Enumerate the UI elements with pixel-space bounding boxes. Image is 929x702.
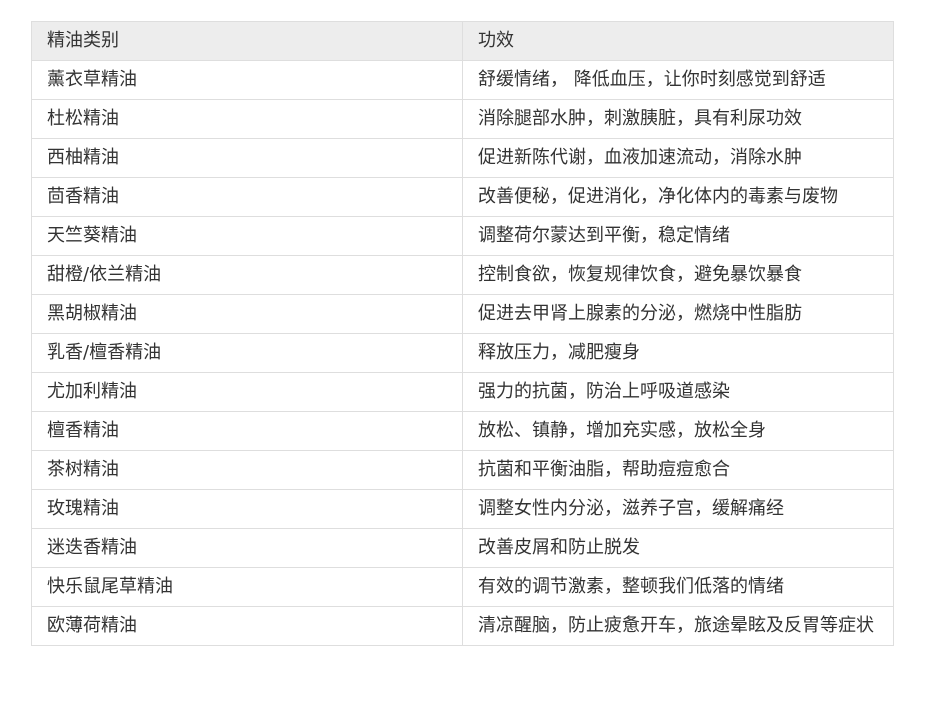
oil-name-cell: 尤加利精油 xyxy=(31,372,463,412)
oil-name-cell: 檀香精油 xyxy=(31,411,463,451)
oil-effect-cell: 调整荷尔蒙达到平衡，稳定情绪 xyxy=(462,216,894,256)
oil-name-cell: 茶树精油 xyxy=(31,450,463,490)
oil-name-cell: 茴香精油 xyxy=(31,177,463,217)
oil-effect-cell: 促进新陈代谢，血液加速流动，消除水肿 xyxy=(462,138,894,178)
oil-name-cell: 天竺葵精油 xyxy=(31,216,463,256)
essential-oil-table: 精油类别 功效 薰衣草精油 舒缓情绪， 降低血压，让你时刻感觉到舒适 杜松精油 … xyxy=(31,21,894,646)
table-row: 快乐鼠尾草精油 有效的调节激素，整顿我们低落的情绪 xyxy=(31,567,894,607)
header-oil-type: 精油类别 xyxy=(31,21,463,61)
oil-effect-cell: 改善皮屑和防止脱发 xyxy=(462,528,894,568)
table-row: 天竺葵精油 调整荷尔蒙达到平衡，稳定情绪 xyxy=(31,216,894,256)
table-row: 茶树精油 抗菌和平衡油脂，帮助痘痘愈合 xyxy=(31,450,894,490)
oil-effect-cell: 促进去甲肾上腺素的分泌，燃烧中性脂肪 xyxy=(462,294,894,334)
oil-name-cell: 甜橙/依兰精油 xyxy=(31,255,463,295)
table-row: 甜橙/依兰精油 控制食欲，恢复规律饮食，避免暴饮暴食 xyxy=(31,255,894,295)
oil-effect-cell: 控制食欲，恢复规律饮食，避免暴饮暴食 xyxy=(462,255,894,295)
oil-name-cell: 快乐鼠尾草精油 xyxy=(31,567,463,607)
oil-name-cell: 迷迭香精油 xyxy=(31,528,463,568)
table-row: 檀香精油 放松、镇静，增加充实感，放松全身 xyxy=(31,411,894,451)
table-row: 尤加利精油 强力的抗菌，防治上呼吸道感染 xyxy=(31,372,894,412)
table-row: 黑胡椒精油 促进去甲肾上腺素的分泌，燃烧中性脂肪 xyxy=(31,294,894,334)
table-row: 乳香/檀香精油 释放压力，减肥瘦身 xyxy=(31,333,894,373)
oil-name-cell: 黑胡椒精油 xyxy=(31,294,463,334)
oil-name-cell: 欧薄荷精油 xyxy=(31,606,463,646)
oil-effect-cell: 舒缓情绪， 降低血压，让你时刻感觉到舒适 xyxy=(462,60,894,100)
table-row: 欧薄荷精油 清凉醒脑，防止疲惫开车，旅途晕眩及反胃等症状 xyxy=(31,606,894,646)
table-row: 茴香精油 改善便秘，促进消化，净化体内的毒素与废物 xyxy=(31,177,894,217)
oil-effect-cell: 改善便秘，促进消化，净化体内的毒素与废物 xyxy=(462,177,894,217)
table-row: 西柚精油 促进新陈代谢，血液加速流动，消除水肿 xyxy=(31,138,894,178)
table-row: 薰衣草精油 舒缓情绪， 降低血压，让你时刻感觉到舒适 xyxy=(31,60,894,100)
header-effect: 功效 xyxy=(462,21,894,61)
essential-oil-table-container: 精油类别 功效 薰衣草精油 舒缓情绪， 降低血压，让你时刻感觉到舒适 杜松精油 … xyxy=(31,21,894,646)
oil-effect-cell: 放松、镇静，增加充实感，放松全身 xyxy=(462,411,894,451)
oil-effect-cell: 强力的抗菌，防治上呼吸道感染 xyxy=(462,372,894,412)
oil-name-cell: 杜松精油 xyxy=(31,99,463,139)
oil-effect-cell: 清凉醒脑，防止疲惫开车，旅途晕眩及反胃等症状 xyxy=(462,606,894,646)
oil-effect-cell: 调整女性内分泌，滋养子宫，缓解痛经 xyxy=(462,489,894,529)
oil-name-cell: 西柚精油 xyxy=(31,138,463,178)
oil-effect-cell: 抗菌和平衡油脂，帮助痘痘愈合 xyxy=(462,450,894,490)
table-header-row: 精油类别 功效 xyxy=(31,21,894,61)
oil-effect-cell: 消除腿部水肿，刺激胰脏，具有利尿功效 xyxy=(462,99,894,139)
table-row: 迷迭香精油 改善皮屑和防止脱发 xyxy=(31,528,894,568)
oil-name-cell: 乳香/檀香精油 xyxy=(31,333,463,373)
oil-name-cell: 薰衣草精油 xyxy=(31,60,463,100)
table-row: 杜松精油 消除腿部水肿，刺激胰脏，具有利尿功效 xyxy=(31,99,894,139)
oil-effect-cell: 有效的调节激素，整顿我们低落的情绪 xyxy=(462,567,894,607)
oil-effect-cell: 释放压力，减肥瘦身 xyxy=(462,333,894,373)
table-row: 玫瑰精油 调整女性内分泌，滋养子宫，缓解痛经 xyxy=(31,489,894,529)
oil-name-cell: 玫瑰精油 xyxy=(31,489,463,529)
